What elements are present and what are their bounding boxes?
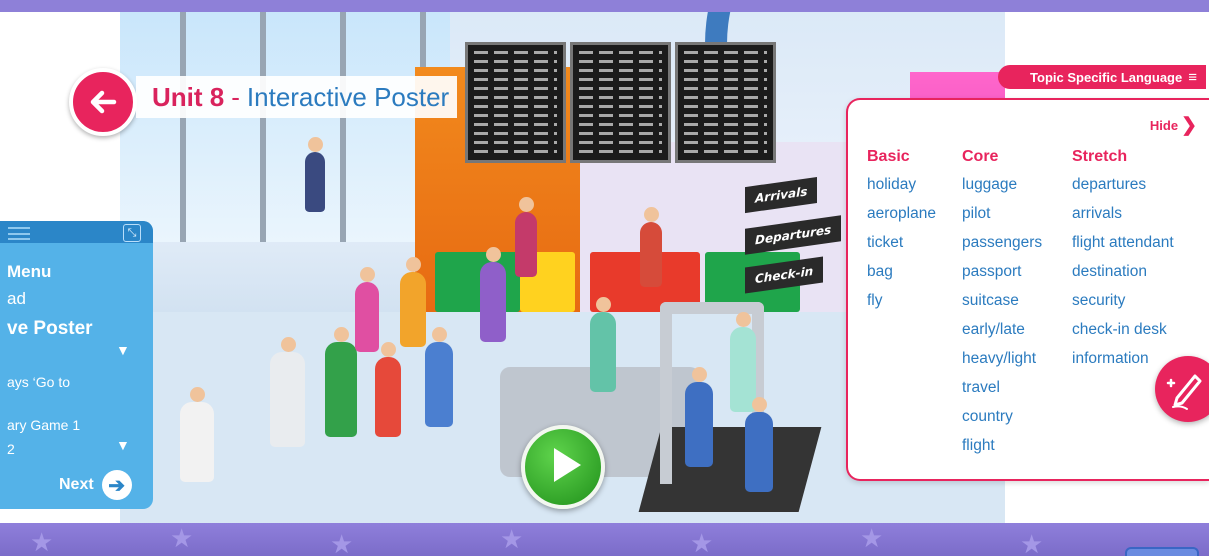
flight-board [465, 42, 566, 163]
vocab-word: early/late [962, 321, 1025, 338]
vocab-word: holiday [867, 176, 917, 193]
chevron-down-icon[interactable]: ▼ [116, 437, 130, 453]
menu-item-go-to[interactable]: ays ‘Go to [7, 374, 70, 390]
star-icon: ★ [330, 529, 354, 556]
menu-item-ad[interactable]: ad [7, 289, 26, 309]
arrow-left-icon [90, 90, 117, 114]
vocab-word: destination [1072, 263, 1147, 280]
column-heading: Basic [867, 148, 910, 165]
flight-board [570, 42, 671, 163]
unit-label: Unit 8 [152, 81, 225, 112]
vocab-column-basic: Basic holiday aeroplane ticket bag fly [867, 148, 936, 320]
poster-window [120, 12, 450, 242]
vocab-word: aeroplane [867, 205, 936, 222]
flight-board [675, 42, 776, 163]
next-button[interactable]: Next ➔ [59, 470, 132, 500]
vocab-word: security [1072, 292, 1126, 309]
vocab-word: bag [867, 263, 893, 280]
title-separator: - [231, 81, 240, 112]
corner-button[interactable] [1125, 547, 1199, 556]
vocab-word: passport [962, 263, 1022, 280]
vocab-word: suitcase [962, 292, 1019, 309]
menu-item-number[interactable]: 2 [7, 441, 15, 457]
vocab-word: passengers [962, 234, 1043, 251]
chevron-right-icon: ❯ [1181, 115, 1197, 136]
bottom-decor-band: ★ ★ ★ ★ ★ ★ ★ [0, 523, 1209, 556]
hamburger-icon: ≡ [1188, 68, 1197, 86]
topic-language-toggle[interactable]: Topic Specific Language ≡ [998, 65, 1206, 89]
hide-button[interactable]: Hide ❯ [1150, 116, 1197, 135]
star-icon: ★ [690, 528, 714, 556]
hamburger-icon[interactable] [8, 227, 30, 240]
pen-icon [1166, 374, 1202, 410]
back-button[interactable] [69, 68, 137, 136]
menu-item-interactive-poster[interactable]: ve Poster [7, 318, 93, 340]
chevron-down-icon[interactable]: ▼ [116, 342, 130, 358]
star-icon: ★ [30, 527, 54, 556]
vocab-word: ticket [867, 234, 904, 251]
vocab-word: luggage [962, 176, 1018, 193]
vocabulary-panel: Hide ❯ Basic holiday aeroplane ticket ba… [846, 98, 1209, 481]
vocab-word: country [962, 408, 1013, 425]
play-button[interactable] [521, 425, 605, 509]
top-decor-band [0, 0, 1209, 12]
side-menu-header: ⤡ [0, 221, 153, 243]
star-icon: ★ [500, 524, 524, 554]
vocab-column-core: Core luggage pilot passengers passport s… [962, 148, 1042, 465]
star-icon: ★ [1020, 529, 1044, 556]
star-icon: ★ [170, 523, 194, 553]
annotate-button[interactable] [1155, 356, 1209, 422]
star-icon: ★ [860, 523, 884, 553]
hide-label: Hide [1149, 118, 1179, 133]
column-heading: Core [962, 148, 999, 165]
next-label: Next [59, 476, 94, 493]
vocab-column-stretch: Stretch departures arrivals flight atten… [1072, 148, 1174, 378]
arrow-right-circle-icon: ➔ [101, 470, 132, 500]
page-title: Unit 8 - Interactive Poster [136, 76, 458, 118]
vocab-word: travel [962, 379, 1000, 396]
title-text: Interactive Poster [246, 81, 450, 112]
vocab-word: fly [867, 292, 883, 309]
menu-item-game[interactable]: ary Game 1 [7, 417, 80, 433]
vocab-word: arrivals [1072, 205, 1122, 222]
vocab-word: flight attendant [1072, 234, 1174, 251]
minimize-icon[interactable]: ⤡ [123, 224, 141, 242]
vocab-word: flight [962, 437, 995, 454]
vocab-word: pilot [962, 205, 991, 222]
topic-language-label: Topic Specific Language [1030, 69, 1183, 85]
column-heading: Stretch [1072, 148, 1128, 165]
vocab-word: departures [1072, 176, 1147, 193]
vocab-word: heavy/light [962, 350, 1037, 367]
menu-item-menu[interactable]: Menu [7, 262, 51, 282]
vocab-word: check-in desk [1072, 321, 1167, 338]
